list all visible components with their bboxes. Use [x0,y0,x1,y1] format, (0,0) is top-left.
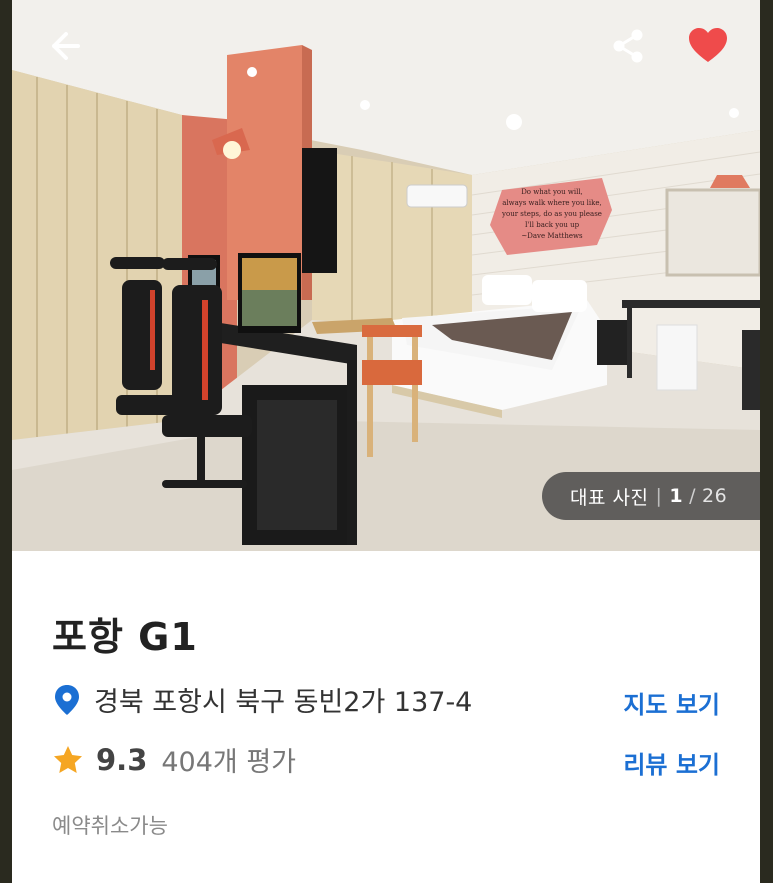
wall-quote-line: ~Dave Matthews [521,232,583,240]
badge-slash: / [689,485,697,507]
view-reviews-link[interactable]: 리뷰 보기 [623,745,720,780]
hotel-name: 포항 G1 [52,615,198,659]
share-icon [613,29,643,63]
star-icon [54,745,82,773]
location-pin-icon [55,684,79,715]
room-photo-illustration: Do what you will, always walk where you l… [12,0,760,551]
photo-label: 대표 사진 [570,486,649,509]
cancel-policy: 예약취소가능 [52,814,168,838]
hero-photo[interactable]: Do what you will, always walk where you l… [12,0,760,551]
heart-icon [689,28,727,62]
rating-score: 9.3 [96,742,148,777]
photo-total: 26 [702,485,728,507]
view-map-link[interactable]: 지도 보기 [623,685,720,720]
favorite-button[interactable] [684,22,732,70]
app-frame: Do what you will, always walk where you l… [12,0,760,883]
wall-quote-line: I'll back you up [525,221,580,229]
arrow-left-icon [52,32,80,60]
address-row: 경북 포항시 북구 동빈2가 137-4 [52,680,472,719]
badge-divider: | [655,485,663,507]
photo-current-index: 1 [669,485,684,507]
back-button[interactable] [42,22,90,70]
wall-quote-line: Do what you will, [521,188,583,196]
rating-row: 9.3 404개 평가 [52,740,296,779]
review-count: 404개 평가 [161,747,297,778]
wall-quote-line: always walk where you like, [502,199,602,207]
hotel-address: 경북 포항시 북구 동빈2가 137-4 [94,687,473,718]
wall-quote-line: your steps, do as you please [501,210,602,218]
photo-counter-badge: 대표 사진 | 1 / 26 [542,472,760,520]
share-button[interactable] [604,22,652,70]
